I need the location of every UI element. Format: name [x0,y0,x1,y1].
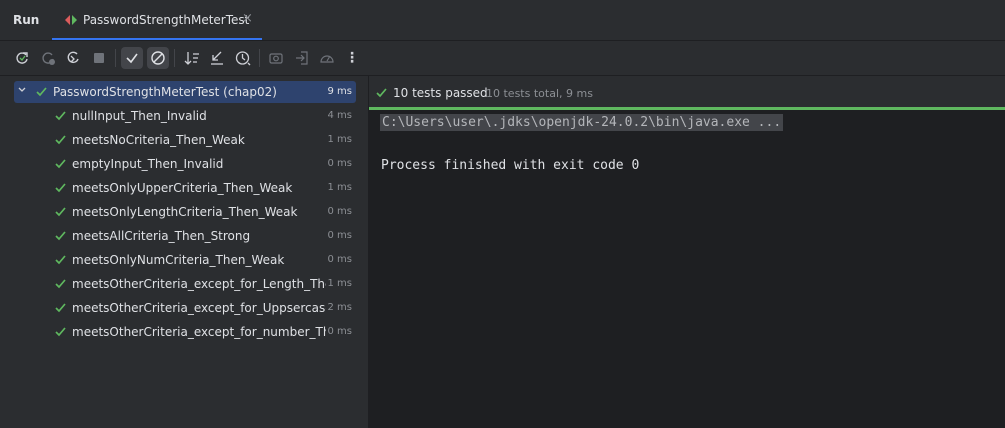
test-row[interactable]: emptyInput_Then_Invalid 0 ms [14,153,356,175]
sort-alphabetically-icon[interactable] [181,47,203,69]
test-duration: 0 ms [327,158,353,169]
test-duration: 0 ms [327,230,353,241]
test-progress-bar [369,107,1005,110]
passed-check-icon [55,303,66,313]
tests-total-label: 10 tests total, 9 ms [486,87,593,100]
toggle-auto-test-icon[interactable] [63,47,85,69]
test-duration: 0 ms [327,206,353,217]
test-row[interactable]: meetsOnlyLengthCriteria_Then_Weak 0 ms [14,201,356,223]
stop-icon[interactable] [88,47,110,69]
junit-icon [65,15,77,25]
tool-window-title: Run [13,13,40,27]
show-passed-icon[interactable] [121,47,143,69]
test-name: meetsAllCriteria_Then_Strong [72,229,251,243]
rerun-failed-icon[interactable] [37,47,59,69]
process-exit-message: Process finished with exit code 0 [381,158,640,173]
test-row[interactable]: meetsAllCriteria_Then_Strong 0 ms [14,225,356,247]
tab-selected-indicator [52,38,262,40]
test-name: meetsOtherCriteria_except_for_Uppsercase… [72,301,326,315]
passed-check-icon [55,207,66,217]
passed-check-icon [55,111,66,121]
test-row[interactable]: meetsOtherCriteria_except_for_Length_The… [14,273,356,295]
toolbar-separator [174,49,175,67]
import-tests-icon[interactable] [291,47,313,69]
run-toolbar: ⋮ [0,41,1005,76]
passed-check-icon [55,279,66,289]
test-row[interactable]: meetsOtherCriteria_except_for_Uppsercase… [14,297,356,319]
test-name: meetsNoCriteria_Then_Weak [72,133,245,147]
run-tab[interactable]: PasswordStrengthMeterTest × [52,0,262,40]
test-name: meetsOnlyNumCriteria_Then_Weak [72,253,285,267]
test-duration: 2 ms [327,302,353,313]
tests-passed-label: 10 tests passed [393,86,488,100]
rerun-icon[interactable] [11,47,33,69]
test-suite-row[interactable]: PasswordStrengthMeterTest (chap02) 9 ms [14,81,356,103]
show-ignored-icon[interactable] [147,47,169,69]
test-name: meetsOnlyLengthCriteria_Then_Weak [72,205,298,219]
test-tree: PasswordStrengthMeterTest (chap02) 9 ms … [0,76,369,428]
more-icon[interactable]: ⋮ [341,47,363,69]
test-duration: 1 ms [327,134,353,145]
tool-window-header: Run PasswordStrengthMeterTest × [0,0,1005,41]
test-row[interactable]: meetsOnlyUpperCriteria_Then_Weak 1 ms [14,177,356,199]
chevron-down-icon[interactable] [17,85,27,95]
test-row[interactable]: nullInput_Then_Invalid 4 ms [14,105,356,127]
command-line[interactable]: C:\Users\user\.jdks\openjdk-24.0.2\bin\j… [380,114,784,131]
test-duration: 0 ms [327,254,353,265]
test-duration: 1 ms [327,182,353,193]
run-tab-title: PasswordStrengthMeterTest [83,13,250,27]
test-name: meetsOnlyUpperCriteria_Then_Weak [72,181,293,195]
test-name: meetsOtherCriteria_except_for_number_The… [72,325,326,339]
passed-check-icon [376,88,387,98]
screenshot-icon[interactable] [265,47,287,69]
test-status-bar: 10 tests passed 10 tests total, 9 ms [369,76,1005,107]
passed-check-icon [55,183,66,193]
toolbar-separator [115,49,116,67]
coverage-icon[interactable] [316,47,338,69]
test-row[interactable]: meetsOtherCriteria_except_for_number_The… [14,321,356,343]
toolbar-separator [259,49,260,67]
collapse-all-icon[interactable] [206,47,228,69]
console-panel: 10 tests passed 10 tests total, 9 ms C:\… [369,76,1005,428]
test-duration: 1 ms [327,278,353,289]
passed-check-icon [36,87,47,97]
test-suite-name: PasswordStrengthMeterTest (chap02) [53,85,277,99]
test-name: nullInput_Then_Invalid [72,109,207,123]
test-duration: 0 ms [327,326,353,337]
passed-check-icon [55,255,66,265]
sort-by-duration-icon[interactable] [232,47,254,69]
passed-check-icon [55,135,66,145]
close-icon[interactable]: × [242,11,253,26]
passed-check-icon [55,231,66,241]
test-name: emptyInput_Then_Invalid [72,157,224,171]
passed-check-icon [55,327,66,337]
test-duration: 9 ms [327,86,353,97]
test-duration: 4 ms [327,110,353,121]
test-row[interactable]: meetsOnlyNumCriteria_Then_Weak 0 ms [14,249,356,271]
test-row[interactable]: meetsNoCriteria_Then_Weak 1 ms [14,129,356,151]
passed-check-icon [55,159,66,169]
test-name: meetsOtherCriteria_except_for_Length_The… [72,277,326,291]
